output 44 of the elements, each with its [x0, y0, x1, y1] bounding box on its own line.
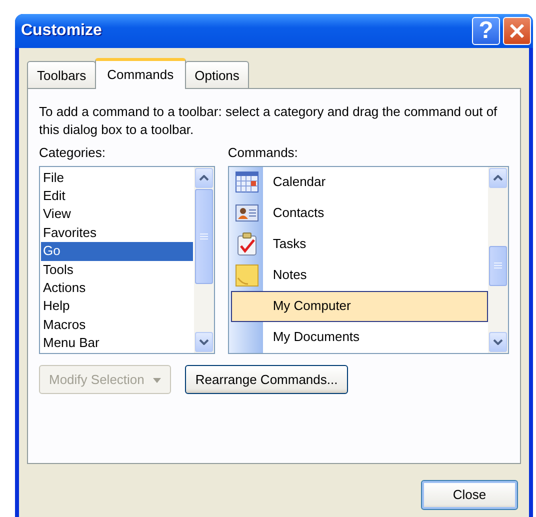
- rearrange-button[interactable]: Rearrange Commands...: [185, 364, 348, 394]
- command-item[interactable]: Tasks: [230, 228, 488, 260]
- list-item[interactable]: File: [41, 168, 193, 187]
- list-item[interactable]: Actions: [41, 278, 193, 298]
- chevron-down-icon: [493, 338, 503, 344]
- commands-list[interactable]: Calendar Contacts Tasks Notes My Computer My Documents: [228, 166, 509, 354]
- list-item[interactable]: Edit: [41, 186, 193, 206]
- close-button[interactable]: [503, 17, 531, 45]
- instruction-text: To add a command to a toolbar: select a category and drag the command out of this dialog box to a toolbar.: [39, 103, 498, 139]
- command-item[interactable]: My Documents: [230, 322, 488, 352]
- list-item[interactable]: Macros: [41, 316, 193, 334]
- list-item[interactable]: View: [41, 205, 193, 224]
- list-item[interactable]: Menu Bar: [41, 334, 193, 353]
- chevron-up-icon: [198, 174, 209, 180]
- commands-label: Commands:: [228, 145, 298, 160]
- chevron-down-icon: [198, 338, 209, 344]
- list-item[interactable]: Tools: [41, 260, 193, 279]
- chevron-up-icon: [493, 174, 503, 180]
- command-item[interactable]: My Computer: [230, 290, 488, 322]
- command-item[interactable]: Calendar: [230, 166, 488, 198]
- command-item[interactable]: Contacts: [230, 198, 488, 228]
- scrollbar[interactable]: [194, 166, 214, 352]
- scrollbar[interactable]: [488, 166, 508, 352]
- scroll-down-button[interactable]: [489, 332, 507, 352]
- scroll-thumb[interactable]: [194, 188, 213, 284]
- list-item[interactable]: Go: [41, 242, 193, 261]
- scroll-down-button[interactable]: [194, 332, 213, 352]
- list-item[interactable]: Help: [41, 297, 193, 316]
- tab[interactable]: Commands: [95, 58, 186, 89]
- calendar-icon: [234, 169, 260, 195]
- tab[interactable]: Toolbars: [27, 60, 96, 88]
- list-item[interactable]: Favorites: [41, 224, 193, 242]
- command-item[interactable]: Notes: [230, 260, 488, 290]
- categories-list[interactable]: File Edit View Favorites Go Tools Actions Help Macros Menu Bar: [39, 166, 215, 354]
- tab[interactable]: Options: [184, 60, 250, 88]
- close-button[interactable]: Close: [421, 480, 518, 510]
- caret-icon: [153, 378, 162, 383]
- window-title: Customize: [21, 21, 103, 41]
- categories-label: Categories:: [39, 145, 106, 160]
- scroll-up-button[interactable]: [489, 168, 507, 188]
- close-icon: [508, 22, 526, 40]
- scroll-up-button[interactable]: [194, 168, 213, 188]
- scroll-thumb[interactable]: [489, 246, 507, 286]
- sticky-note-icon: [234, 262, 260, 288]
